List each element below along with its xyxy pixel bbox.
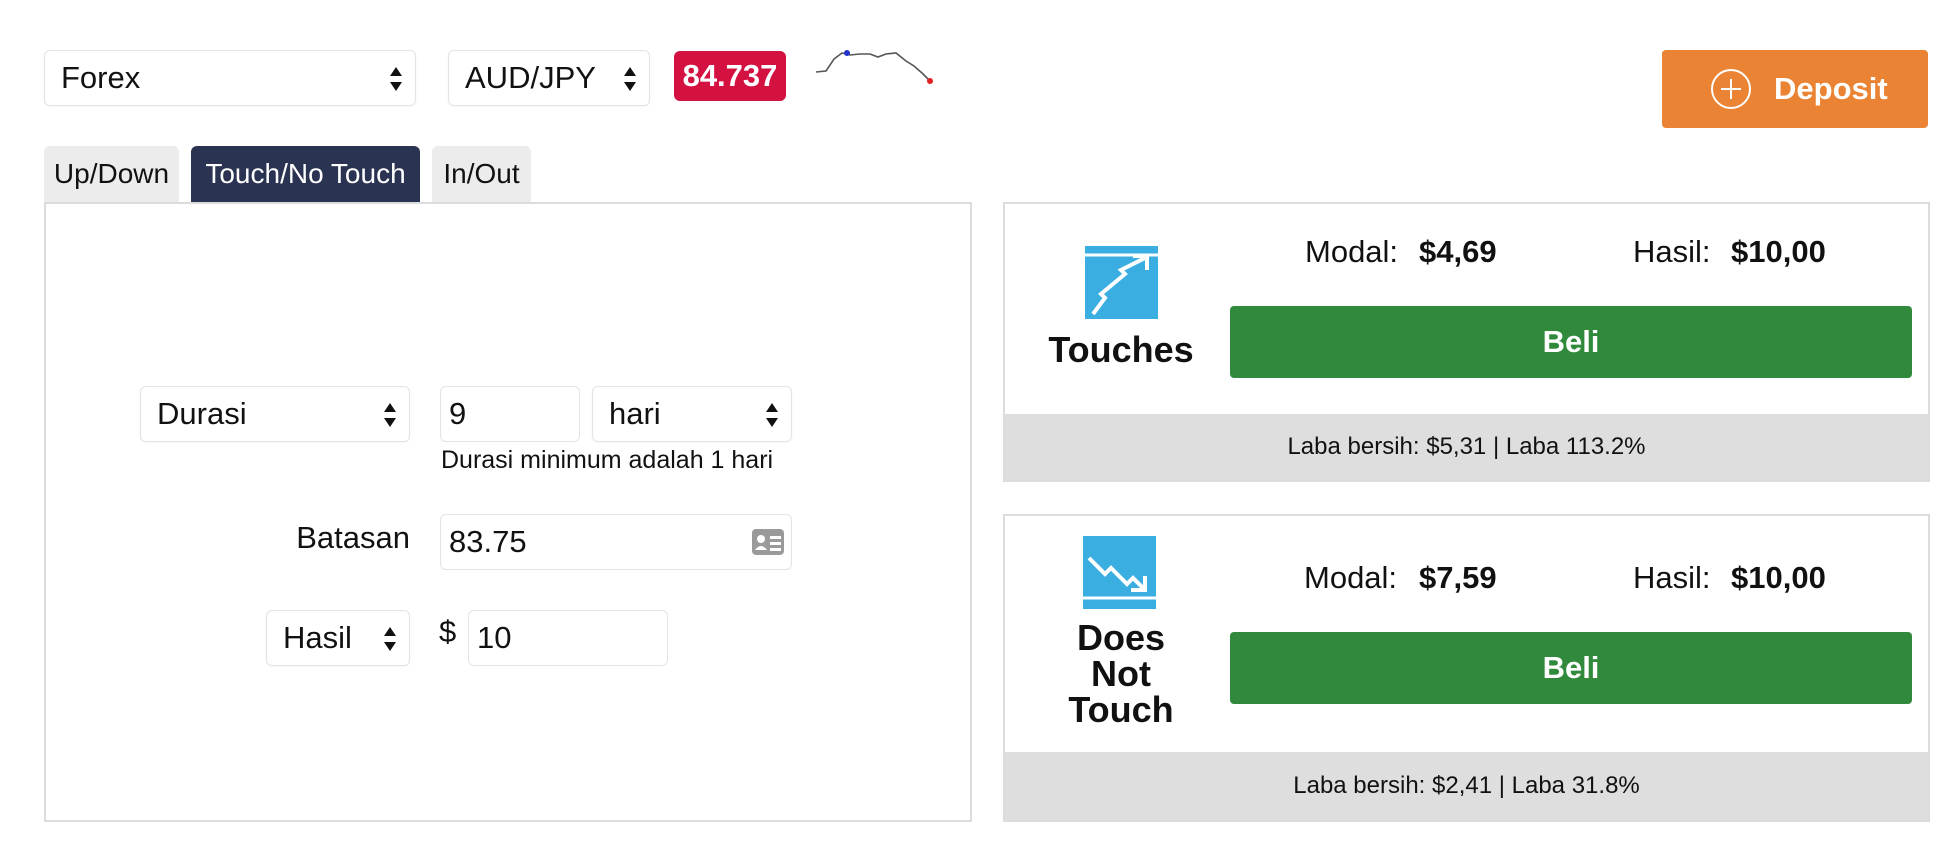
tab-touch-no-touch[interactable]: Touch/No Touch xyxy=(191,146,420,202)
payout-value: $10,00 xyxy=(1731,234,1826,269)
trade-form-panel: Durasi 9 hari Durasi minimum adalah 1 ha… xyxy=(44,202,972,822)
payout-label: Hasil: xyxy=(1633,234,1711,269)
contract-profit-footer: Laba bersih: $2,41 | Laba 31.8% xyxy=(1005,752,1928,820)
contract-card-no-touch: Does Not Touch Modal: $7,59 Hasil: $10,0… xyxy=(1003,514,1930,822)
tab-up-down[interactable]: Up/Down xyxy=(44,146,179,202)
barrier-value: 83.75 xyxy=(449,524,527,559)
contract-card-touches: Touches Modal: $4,69 Hasil: $10,00 Beli … xyxy=(1003,202,1930,482)
contract-profit-footer: Laba bersih: $5,31 | Laba 113.2% xyxy=(1005,414,1928,480)
stake-value: $4,69 xyxy=(1419,234,1497,269)
touch-up-icon xyxy=(1085,246,1158,319)
stake-value: $7,59 xyxy=(1419,560,1497,595)
sparkline-high-dot xyxy=(844,50,850,56)
contract-title: Does Not Touch xyxy=(1025,620,1217,728)
price-sparkline xyxy=(815,50,933,84)
id-card-icon[interactable] xyxy=(751,528,785,556)
payout-amount-input[interactable]: 10 xyxy=(468,610,668,666)
duration-type-value: Durasi xyxy=(157,396,247,431)
currency-symbol: $ xyxy=(439,614,457,649)
payout-type-select[interactable]: Hasil xyxy=(266,610,410,666)
duration-unit-select[interactable]: hari xyxy=(592,386,792,442)
up-down-arrows-icon xyxy=(766,403,778,427)
barrier-label: Batasan xyxy=(296,520,410,555)
stake-label: Modal: xyxy=(1305,234,1399,269)
deposit-button[interactable]: Deposit xyxy=(1662,50,1928,128)
market-select[interactable]: Forex xyxy=(44,50,416,106)
buy-button[interactable]: Beli xyxy=(1230,306,1912,378)
duration-unit-value: hari xyxy=(609,396,661,431)
up-down-arrows-icon xyxy=(384,403,396,427)
buy-button[interactable]: Beli xyxy=(1230,632,1912,704)
up-down-arrows-icon xyxy=(384,627,396,651)
sparkline-last-dot xyxy=(927,78,933,84)
tab-in-out[interactable]: In/Out xyxy=(432,146,531,202)
deposit-label: Deposit xyxy=(1774,71,1888,106)
no-touch-down-icon xyxy=(1083,536,1156,609)
contract-title-line: Not xyxy=(1091,653,1151,694)
contract-title: Touches xyxy=(1048,329,1194,370)
contract-title-line: Does xyxy=(1076,617,1166,658)
duration-hint: Durasi minimum adalah 1 hari xyxy=(441,446,774,474)
asset-select-value: AUD/JPY xyxy=(465,60,596,95)
plus-circle-icon xyxy=(1711,69,1751,109)
duration-amount-input[interactable]: 9 xyxy=(440,386,580,442)
barrier-input[interactable]: 83.75 xyxy=(440,514,792,570)
contract-title-line: Touch xyxy=(1068,689,1174,730)
up-down-arrows-icon xyxy=(624,67,636,91)
asset-select[interactable]: AUD/JPY xyxy=(448,50,650,106)
payout-label: Hasil: xyxy=(1633,560,1711,595)
payout-type-value: Hasil xyxy=(283,620,352,655)
market-select-value: Forex xyxy=(61,60,141,95)
up-down-arrows-icon xyxy=(390,67,402,91)
spot-price-badge: 84.737 xyxy=(674,51,786,101)
duration-type-select[interactable]: Durasi xyxy=(140,386,410,442)
payout-value: $10,00 xyxy=(1731,560,1826,595)
stake-label: Modal: xyxy=(1304,560,1398,595)
